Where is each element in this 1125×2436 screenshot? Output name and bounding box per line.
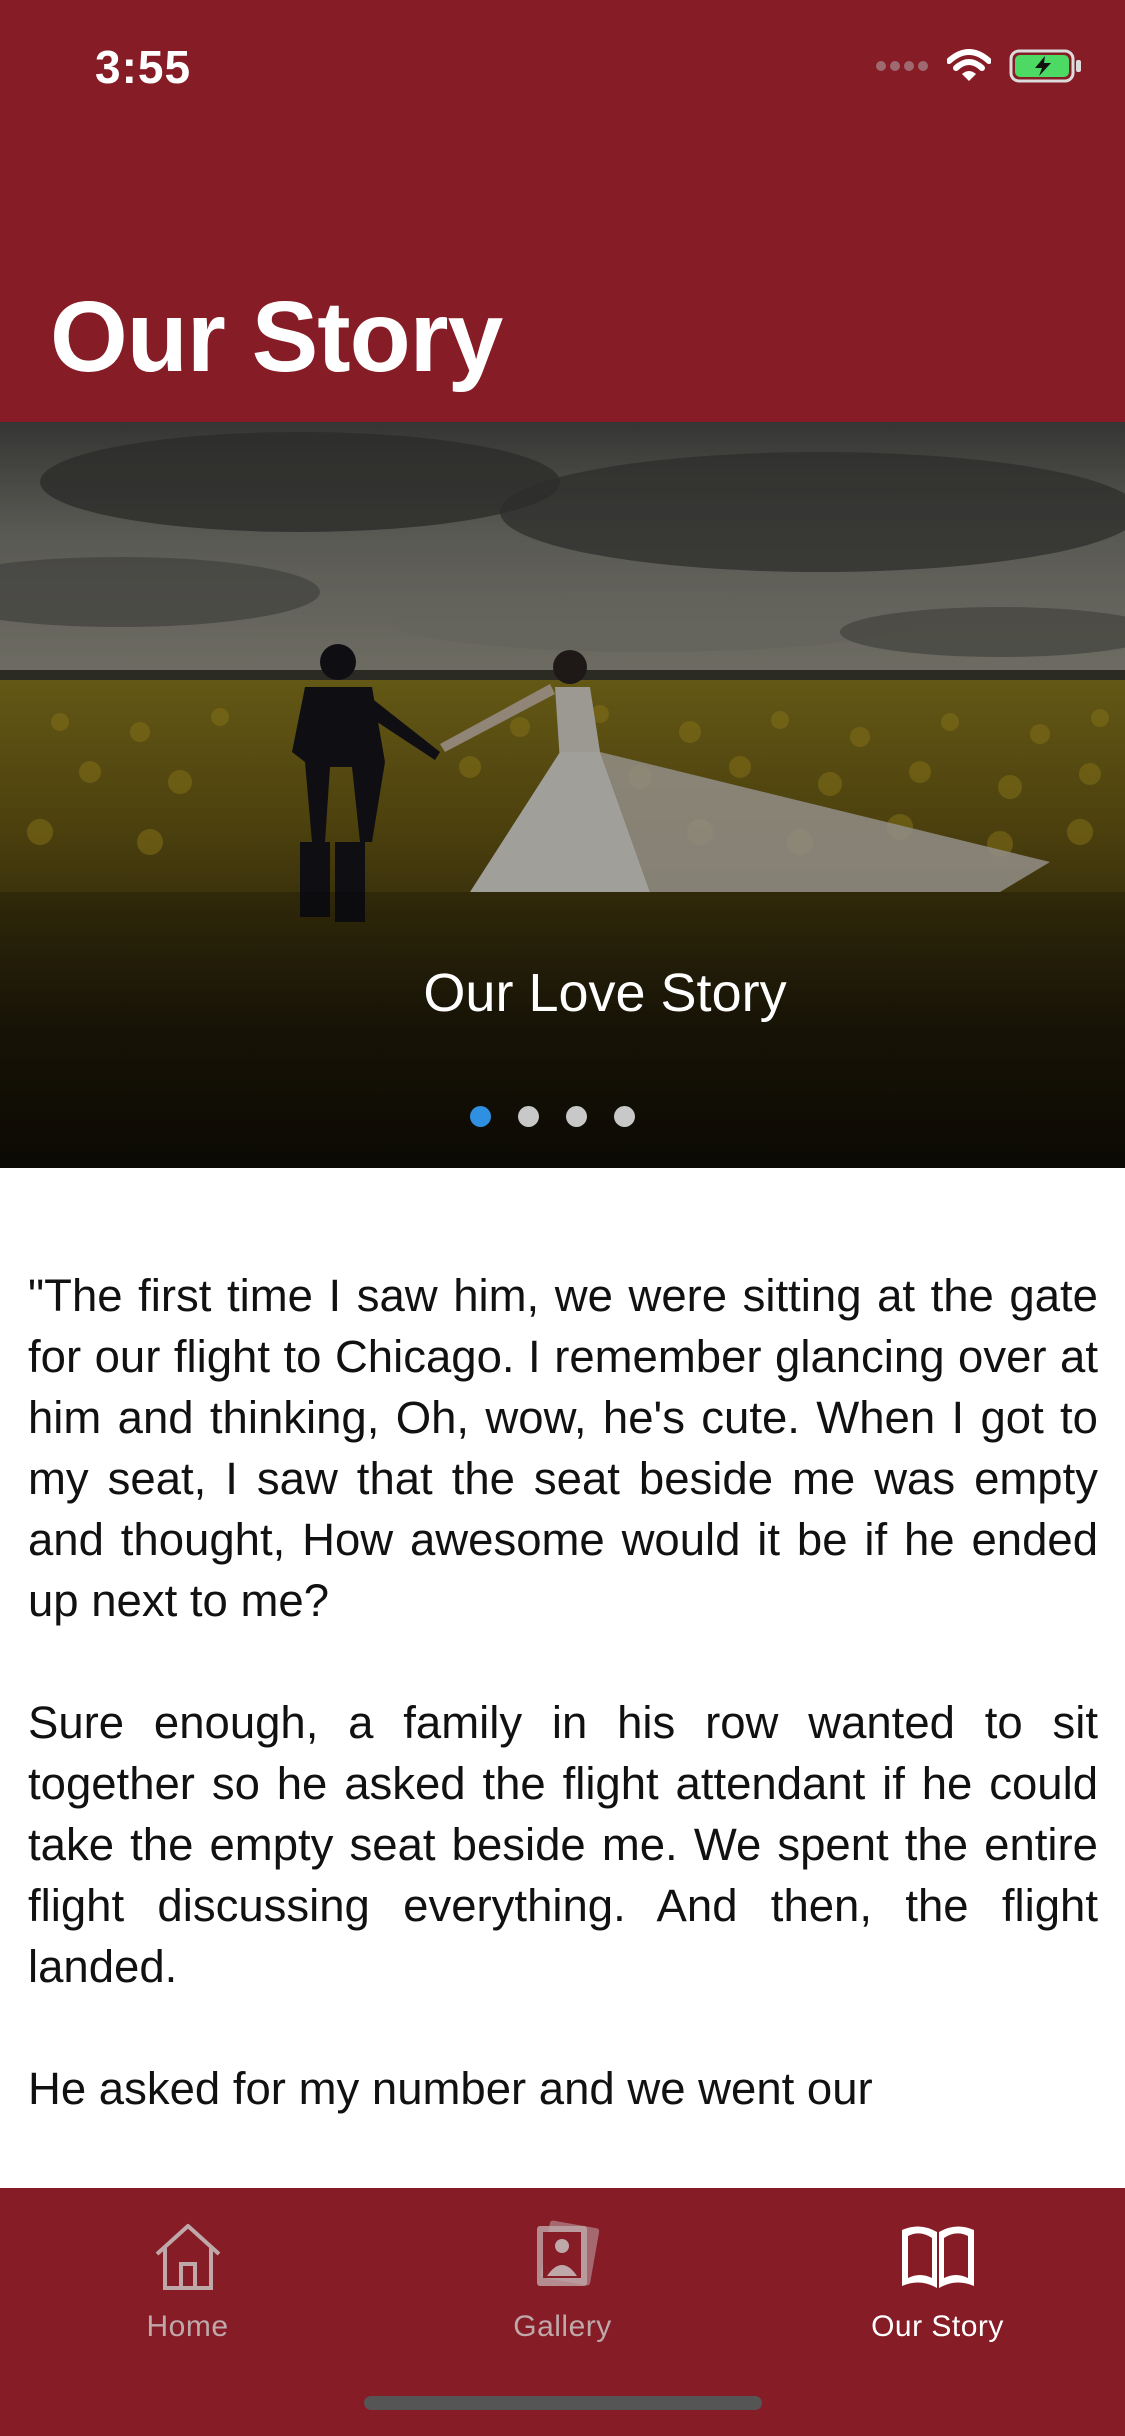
story-paragraph: "The first time I saw him, we were sitti… (28, 1270, 1098, 1626)
nav-header: Our Story (0, 140, 1125, 422)
gallery-icon (536, 2220, 599, 2286)
status-icons (875, 48, 1083, 84)
tab-home-label: Home (146, 2310, 229, 2343)
page-dot-1[interactable] (470, 1106, 491, 1127)
tab-our-story-label: Our Story (871, 2310, 1004, 2343)
page-dot-2[interactable] (518, 1106, 539, 1127)
wedding-photo (0, 422, 1125, 1168)
status-bar: 3:55 (0, 0, 1125, 140)
page-indicator[interactable] (470, 1106, 635, 1127)
wifi-icon (947, 49, 991, 81)
carousel-caption: Our Love Story (423, 963, 787, 1023)
story-paragraph: He asked for my number and we went our (28, 2063, 873, 2114)
home-indicator[interactable] (364, 2396, 762, 2410)
home-icon (155, 2224, 220, 2290)
tab-gallery-label: Gallery (513, 2310, 612, 2343)
hero-carousel[interactable]: Our Love Story (0, 422, 1125, 1168)
page-dot-3[interactable] (566, 1106, 587, 1127)
story-body: "The first time I saw him, we were sitti… (28, 1265, 1098, 2180)
tab-our-story[interactable]: Our Story (750, 2200, 1125, 2350)
page-dot-4[interactable] (614, 1106, 635, 1127)
signal-dots-icon (876, 61, 928, 71)
page-title: Our Story (50, 281, 503, 393)
battery-charging-icon (1009, 49, 1081, 83)
book-icon (901, 2226, 974, 2288)
tab-gallery[interactable]: Gallery (375, 2200, 750, 2350)
tab-bar: Home Gallery Our Story (0, 2188, 1125, 2436)
story-paragraph: Sure enough, a family in his row wanted … (28, 1697, 1098, 1992)
tab-home[interactable]: Home (0, 2200, 375, 2350)
status-time: 3:55 (95, 41, 192, 93)
